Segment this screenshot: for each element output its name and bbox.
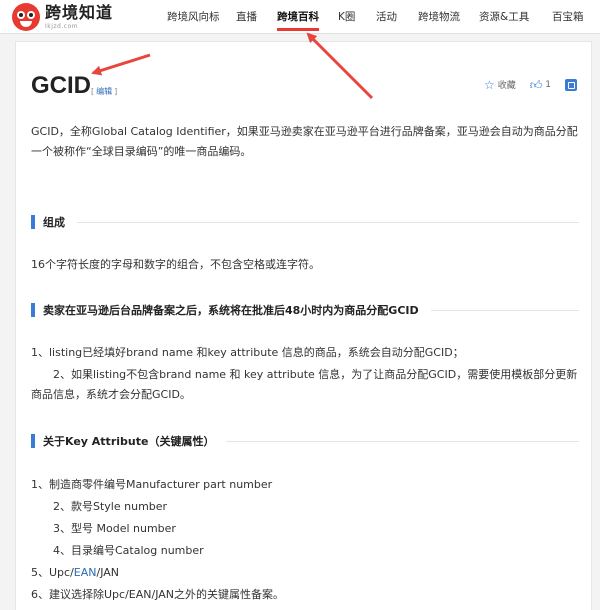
intro-paragraph: GCID，全称Global Catalog Identifier，如果亚马逊卖家… [31,125,578,158]
list-item: 3、型号 Model number [53,522,176,535]
section-heading-assignment: 卖家在亚马逊后台品牌备案之后，系统将在批准后48小时内为商品分配GCID [31,301,579,319]
article-card: GCID [编辑] ☆ 收藏 👍︎ 1 GCID，全称Global Catalo… [15,41,592,610]
nav-active-indicator [277,28,319,31]
nav-item-encyclopedia[interactable]: 跨境百科 [277,9,319,24]
edit-link-wrapper: [编辑] [91,87,118,96]
article-actions: ☆ 收藏 👍︎ 1 [470,78,577,91]
main-nav: 跨境风向标 直播 跨境百科 K圈 活动 跨境物流 资源&工具 百宝箱 [0,0,600,34]
nav-item-logistics[interactable]: 跨境物流 [418,9,460,24]
list-item: 2、如果listing不包含brand name 和 key attribute… [31,368,578,401]
list-item: 2、款号Style number [53,500,168,513]
ean-link[interactable]: EAN [74,566,97,579]
composition-paragraph: 16个字符长度的字母和数字的组合，不包含空格或连字符。 [31,258,320,271]
list-item: 5、Upc/EAN/JAN [31,566,120,579]
list-item: 4、目录编号Catalog number [53,544,204,557]
favorite-button[interactable]: ☆ 收藏 [483,77,516,92]
section-marker [31,303,35,317]
share-button[interactable] [565,78,577,91]
nav-item-kcircle[interactable]: K圈 [338,9,355,24]
section-marker [31,434,35,448]
thumbs-up-icon: 👍︎ [529,77,543,92]
top-navigation-bar: 跨境知道 Ikjzd.com 跨境风向标 直播 跨境百科 K圈 活动 跨境物流 … [0,0,600,34]
section-heading-composition: 组成 [31,213,579,231]
section-heading-key-attribute: 关于Key Attribute（关键属性） [31,432,579,450]
nav-item-live[interactable]: 直播 [236,9,257,24]
nav-item-toolbox[interactable]: 百宝箱 [552,9,584,24]
list-item: 1、listing已经填好brand name 和key attribute 信… [31,346,464,359]
nav-item-resources-tools[interactable]: 资源&工具 [479,9,529,24]
page-title: GCID [31,72,91,99]
star-icon: ☆ [483,77,495,92]
section-marker [31,215,35,229]
edit-link[interactable]: 编辑 [96,87,112,96]
list-item: 6、建议选择除Upc/EAN/JAN之外的关键属性备案。 [31,588,284,601]
list-item: 1、制造商零件编号Manufacturer part number [31,478,273,491]
share-icon [565,78,577,91]
like-count: 1 [545,79,551,90]
like-button[interactable]: 👍︎ 1 [530,79,551,91]
nav-item-events[interactable]: 活动 [376,9,397,24]
nav-item-trend[interactable]: 跨境风向标 [167,9,220,24]
